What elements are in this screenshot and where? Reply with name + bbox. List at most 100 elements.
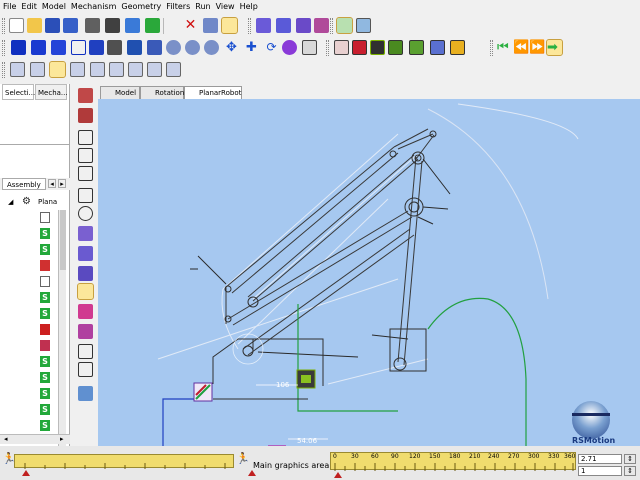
menu-model[interactable]: Model	[39, 0, 68, 11]
tool-9-icon[interactable]	[78, 246, 93, 261]
timeline-cursor[interactable]	[334, 472, 342, 478]
joint-8-icon[interactable]	[147, 62, 162, 77]
menu-edit[interactable]: Edit	[18, 0, 39, 11]
motion-6-icon[interactable]	[430, 40, 445, 55]
motion-2-icon[interactable]	[352, 40, 367, 55]
time-field-1[interactable]: 2.71	[578, 454, 622, 464]
joint-5-icon[interactable]	[90, 62, 105, 77]
toolbar-grip[interactable]	[490, 40, 493, 56]
zoom-fit-icon[interactable]: ✥	[224, 40, 239, 55]
sphere-icon[interactable]	[282, 40, 297, 55]
new-file-icon[interactable]	[9, 18, 24, 33]
last-frame-icon[interactable]: ➡	[546, 39, 563, 56]
tree-item[interactable]: S	[26, 228, 52, 239]
tool-10-icon[interactable]	[78, 266, 93, 281]
cube-side-icon[interactable]	[51, 40, 66, 55]
scroll-right-icon[interactable]: ▸	[60, 435, 64, 443]
tool-8-icon[interactable]	[78, 226, 93, 241]
part-remove-icon[interactable]	[296, 18, 311, 33]
tool-6-icon[interactable]	[78, 188, 93, 203]
fit-icon[interactable]	[147, 40, 162, 55]
walker-end-icon[interactable]: 🏃	[236, 452, 250, 466]
joint-4-icon[interactable]	[70, 62, 85, 77]
joint-9-icon[interactable]	[166, 62, 181, 77]
menu-filters[interactable]: Filters	[163, 0, 192, 11]
tab-planarrobot[interactable]: PlanarRobot	[184, 86, 242, 99]
scroll-left-icon[interactable]: ◂	[4, 435, 8, 443]
tree-item[interactable]: S	[26, 244, 52, 255]
tool-13-icon[interactable]	[78, 324, 93, 339]
tree-scrollbar[interactable]	[58, 210, 66, 446]
time-field-2[interactable]: 1	[578, 466, 622, 476]
tree-item[interactable]: S	[26, 372, 52, 383]
cube-front-icon[interactable]	[31, 40, 46, 55]
menu-run[interactable]: Run	[192, 0, 212, 11]
tool-7-icon[interactable]	[78, 206, 93, 221]
joint-7-icon[interactable]	[128, 62, 143, 77]
tree-hscrollbar[interactable]: ◂ ▸	[0, 434, 70, 444]
motion-3-icon[interactable]	[370, 40, 385, 55]
rotate-icon[interactable]: ⟳	[264, 40, 279, 55]
tree-item[interactable]	[26, 324, 52, 335]
tool-12-icon[interactable]	[78, 304, 93, 319]
open-folder-icon[interactable]	[27, 18, 42, 33]
joint-1-icon[interactable]	[10, 62, 25, 77]
tool-4-icon[interactable]	[78, 148, 93, 163]
tab-scroll-right[interactable]: ▸	[58, 179, 66, 188]
menu-mechanism[interactable]: Mechanism	[68, 0, 118, 11]
prev-frame-icon[interactable]: ⏪	[513, 40, 529, 55]
robot-scene[interactable]	[98, 99, 640, 446]
spinner-2[interactable]: ⇕	[624, 466, 636, 476]
tree-item[interactable]	[26, 212, 52, 223]
delete-icon[interactable]: ✕	[183, 18, 198, 33]
tree-item[interactable]: S	[26, 420, 52, 431]
pan-icon[interactable]: ✚	[244, 40, 259, 55]
tool-14-icon[interactable]	[78, 344, 93, 359]
motion-7-icon[interactable]	[450, 40, 465, 55]
cube-wire-icon[interactable]	[71, 40, 86, 55]
toolbar-grip[interactable]	[248, 18, 251, 34]
tab-rotation[interactable]: Rotation	[140, 86, 184, 99]
tool-16-icon[interactable]	[78, 386, 93, 401]
tool-5-icon[interactable]	[78, 166, 93, 181]
layout-icon[interactable]	[336, 17, 353, 34]
timeline-ruler-left[interactable]	[14, 454, 234, 469]
save-all-icon[interactable]	[63, 18, 78, 33]
tool-3-icon[interactable]	[78, 130, 93, 145]
tools-icon[interactable]	[203, 18, 218, 33]
tab-model[interactable]: Model	[100, 86, 140, 99]
tree-expander[interactable]: ◢	[8, 198, 13, 206]
analysis-icon[interactable]	[356, 18, 371, 33]
motion-1-icon[interactable]	[334, 40, 349, 55]
camera-icon[interactable]	[105, 18, 120, 33]
tree-item[interactable]	[26, 260, 52, 271]
cube-iso-icon[interactable]	[89, 40, 104, 55]
part-add-icon[interactable]	[276, 18, 291, 33]
part-icon[interactable]	[256, 18, 271, 33]
tree-item[interactable]	[26, 340, 52, 351]
cube-solid-icon[interactable]	[11, 40, 26, 55]
display-icon[interactable]	[107, 40, 122, 55]
drop-icon[interactable]	[127, 40, 142, 55]
timeline-end-marker[interactable]	[248, 470, 256, 476]
toolbar-grip[interactable]	[2, 18, 5, 34]
spinner-1[interactable]: ⇕	[624, 454, 636, 464]
menu-help[interactable]: Help	[237, 0, 260, 11]
tool-11-icon[interactable]	[77, 283, 94, 300]
tree-item[interactable]	[26, 276, 52, 287]
timeline-ruler-right[interactable]: 0 30 60 90 120 150 180 210 240 270 300 3…	[330, 452, 576, 471]
joint-3-icon[interactable]	[49, 61, 66, 78]
tree-item[interactable]: S	[26, 388, 52, 399]
toolbar-grip[interactable]	[330, 18, 333, 34]
tree-item[interactable]: S	[26, 308, 52, 319]
motion-4-icon[interactable]	[388, 40, 403, 55]
tab-mechanism[interactable]: Mecha...	[35, 84, 68, 100]
tree-scroll-thumb[interactable]	[60, 210, 66, 270]
menu-view[interactable]: View	[213, 0, 237, 11]
tree-item[interactable]: S	[26, 356, 52, 367]
first-frame-icon[interactable]: ⏮	[497, 40, 512, 55]
redo-icon[interactable]	[145, 18, 160, 33]
timeline-start-marker[interactable]	[22, 470, 30, 476]
menu-geometry[interactable]: Geometry	[118, 0, 163, 11]
play-icon[interactable]: ⏩	[529, 40, 545, 55]
